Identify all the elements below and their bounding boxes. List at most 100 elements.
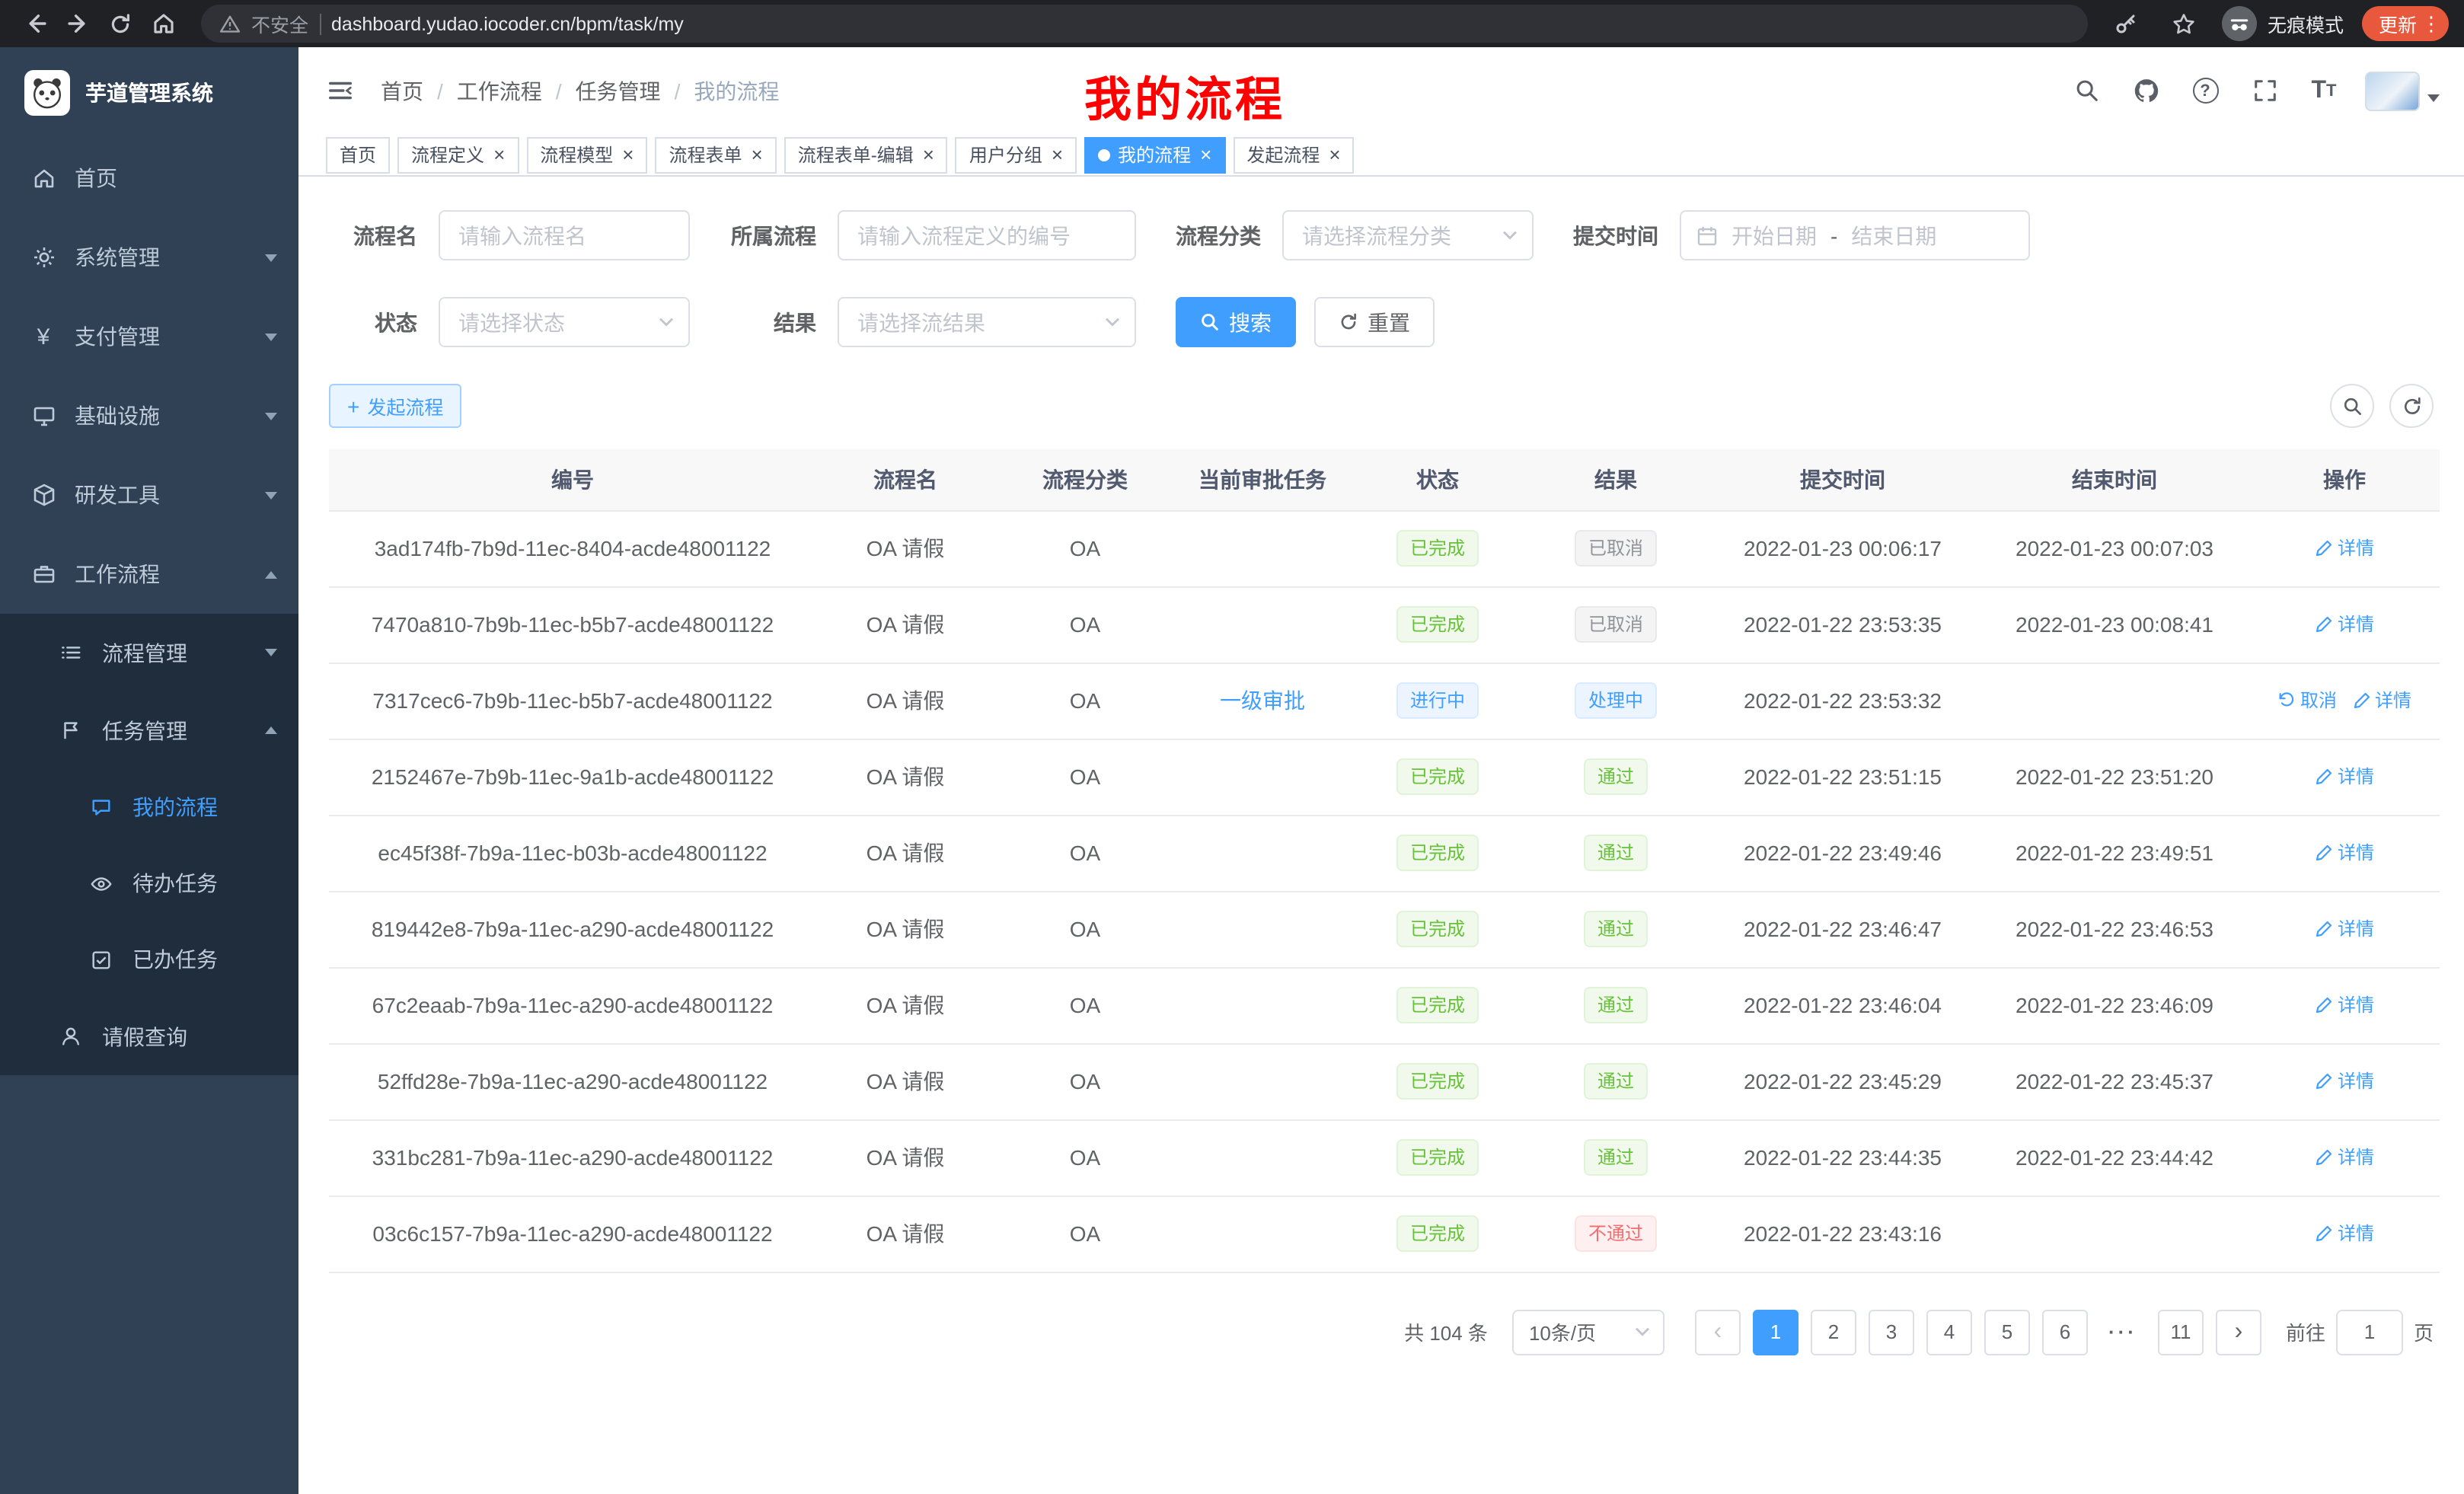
pagination-page-3[interactable]: 3 — [1869, 1309, 1914, 1355]
result-select[interactable]: 请选择流结果 — [838, 297, 1136, 347]
browser-menu-icon[interactable]: ⋮ — [2421, 11, 2441, 36]
chevron-down-icon — [265, 333, 277, 340]
tab-6[interactable]: 我的流程× — [1084, 136, 1225, 173]
detail-action[interactable]: 详情 — [2315, 1221, 2374, 1247]
breadcrumb-item[interactable]: 工作流程 — [457, 75, 542, 106]
sidebar-item-home[interactable]: 首页 — [0, 139, 298, 218]
fullscreen-icon[interactable] — [2246, 72, 2283, 109]
edit-icon — [2315, 1148, 2333, 1167]
pagination-page-5[interactable]: 5 — [1984, 1309, 2030, 1355]
detail-action[interactable]: 详情 — [2315, 1144, 2374, 1170]
search-button[interactable]: 搜索 — [1176, 297, 1296, 347]
detail-action[interactable]: 详情 — [2315, 840, 2374, 866]
tab-close-icon[interactable]: × — [1052, 145, 1063, 164]
edit-icon — [2352, 691, 2370, 710]
breadcrumb: 首页 / 工作流程 / 任务管理 / 我的流程 — [381, 75, 779, 106]
font-size-icon[interactable]: TT — [2306, 72, 2342, 109]
sidebar-item-system[interactable]: 系统管理 — [0, 218, 298, 297]
pagination-page-4[interactable]: 4 — [1926, 1309, 1972, 1355]
tab-5[interactable]: 用户分组× — [956, 136, 1077, 173]
update-button[interactable]: 更新 ⋮ — [2362, 6, 2449, 41]
password-key-icon[interactable] — [2106, 4, 2146, 43]
breadcrumb-item[interactable]: 任务管理 — [576, 75, 661, 106]
sidebar-item-payment[interactable]: ¥ 支付管理 — [0, 297, 298, 376]
refresh-table-button[interactable] — [2389, 384, 2434, 428]
cell-id: 7470a810-7b9b-11ec-b5b7-acde48001122 — [329, 586, 816, 662]
sidebar-item-devtools[interactable]: 研发工具 — [0, 455, 298, 535]
tab-1[interactable]: 流程定义× — [397, 136, 519, 173]
chevron-up-icon — [265, 726, 277, 734]
status-select[interactable]: 请选择状态 — [439, 297, 690, 347]
breadcrumb-separator: / — [675, 78, 681, 103]
cell-status: 已完成 — [1349, 586, 1526, 662]
pagination-prev-button[interactable]: ‹ — [1695, 1309, 1741, 1355]
help-icon[interactable]: ? — [2187, 72, 2223, 109]
tab-close-icon[interactable]: × — [1329, 145, 1340, 164]
breadcrumb-separator: / — [556, 78, 562, 103]
tab-0[interactable]: 首页 — [326, 136, 390, 173]
tab-2[interactable]: 流程模型× — [526, 136, 647, 173]
pagination-next-button[interactable]: › — [2216, 1309, 2261, 1355]
goto-page-input[interactable] — [2336, 1309, 2403, 1355]
browser-reload-icon[interactable] — [101, 4, 140, 43]
header-search-icon[interactable] — [2068, 72, 2105, 109]
cell-actions: 详情 — [2249, 510, 2440, 586]
detail-action[interactable]: 详情 — [2315, 916, 2374, 942]
detail-action[interactable]: 详情 — [2315, 611, 2374, 637]
page-size-select[interactable]: 10条/页 — [1512, 1309, 1664, 1355]
date-range-picker[interactable]: 开始日期 - 结束日期 — [1680, 210, 2030, 260]
tab-close-icon[interactable]: × — [493, 145, 505, 164]
browser-forward-icon[interactable] — [58, 4, 97, 43]
toggle-search-button[interactable] — [2330, 384, 2374, 428]
tab-7[interactable]: 发起流程× — [1233, 136, 1354, 173]
address-bar[interactable]: 不安全 dashboard.yudao.iocoder.cn/bpm/task/… — [201, 5, 2088, 43]
tab-close-icon[interactable]: × — [923, 145, 934, 164]
tab-3[interactable]: 流程表单× — [655, 136, 776, 173]
detail-action[interactable]: 详情 — [2315, 764, 2374, 790]
detail-action[interactable]: 详情 — [2315, 992, 2374, 1018]
status-tag: 已完成 — [1396, 911, 1479, 947]
detail-action[interactable]: 详情 — [2315, 535, 2374, 561]
tab-close-icon[interactable]: × — [622, 145, 634, 164]
github-icon[interactable] — [2127, 72, 2164, 109]
sidebar-item-workflow[interactable]: 工作流程 — [0, 535, 298, 614]
pagination-page-6[interactable]: 6 — [2042, 1309, 2088, 1355]
pagination-page-1[interactable]: 1 — [1753, 1309, 1799, 1355]
sidebar-item-todo-tasks[interactable]: 待办任务 — [0, 845, 298, 921]
owner-process-input[interactable] — [838, 210, 1136, 260]
cell-category: OA — [994, 967, 1176, 1043]
tab-close-icon[interactable]: × — [1200, 145, 1211, 164]
column-header-3: 当前审批任务 — [1176, 449, 1349, 510]
browser-back-icon[interactable] — [15, 4, 55, 43]
breadcrumb-item[interactable]: 首页 — [381, 75, 423, 106]
pagination-ellipsis[interactable]: ··· — [2100, 1309, 2146, 1355]
pagination-page-11[interactable]: 11 — [2158, 1309, 2204, 1355]
sidebar-item-done-tasks[interactable]: 已办任务 — [0, 921, 298, 998]
category-select[interactable]: 请选择流程分类 — [1282, 210, 1534, 260]
tab-close-icon[interactable]: × — [752, 145, 763, 164]
detail-action[interactable]: 详情 — [2315, 1068, 2374, 1094]
detail-action[interactable]: 详情 — [2352, 688, 2411, 713]
cancel-action[interactable]: 取消 — [2277, 688, 2337, 713]
cell-status: 进行中 — [1349, 662, 1526, 739]
sidebar-item-infra[interactable]: 基础设施 — [0, 376, 298, 455]
owner-process-label: 所属流程 — [729, 220, 816, 251]
browser-home-icon[interactable] — [143, 4, 183, 43]
bookmark-star-icon[interactable] — [2164, 4, 2204, 43]
pagination-page-2[interactable]: 2 — [1811, 1309, 1856, 1355]
current-task-link[interactable]: 一级审批 — [1220, 688, 1305, 713]
cell-id: 331bc281-7b9a-11ec-a290-acde48001122 — [329, 1119, 816, 1196]
create-process-button[interactable]: + 发起流程 — [329, 384, 461, 428]
app-logo[interactable]: 芋道管理系统 — [0, 47, 298, 139]
tab-4[interactable]: 流程表单-编辑× — [784, 136, 948, 173]
reset-button[interactable]: 重置 — [1314, 297, 1435, 347]
incognito-label: 无痕模式 — [2268, 9, 2344, 38]
hamburger-icon[interactable] — [323, 74, 356, 107]
status-tag: 已完成 — [1396, 606, 1479, 643]
sidebar-item-process-mgmt[interactable]: 流程管理 — [0, 614, 298, 691]
sidebar-item-leave-query[interactable]: 请假查询 — [0, 998, 298, 1075]
sidebar-item-task-mgmt[interactable]: 任务管理 — [0, 691, 298, 769]
sidebar-item-my-process[interactable]: 我的流程 — [0, 769, 298, 845]
user-avatar[interactable] — [2365, 71, 2440, 110]
process-name-input[interactable] — [439, 210, 690, 260]
